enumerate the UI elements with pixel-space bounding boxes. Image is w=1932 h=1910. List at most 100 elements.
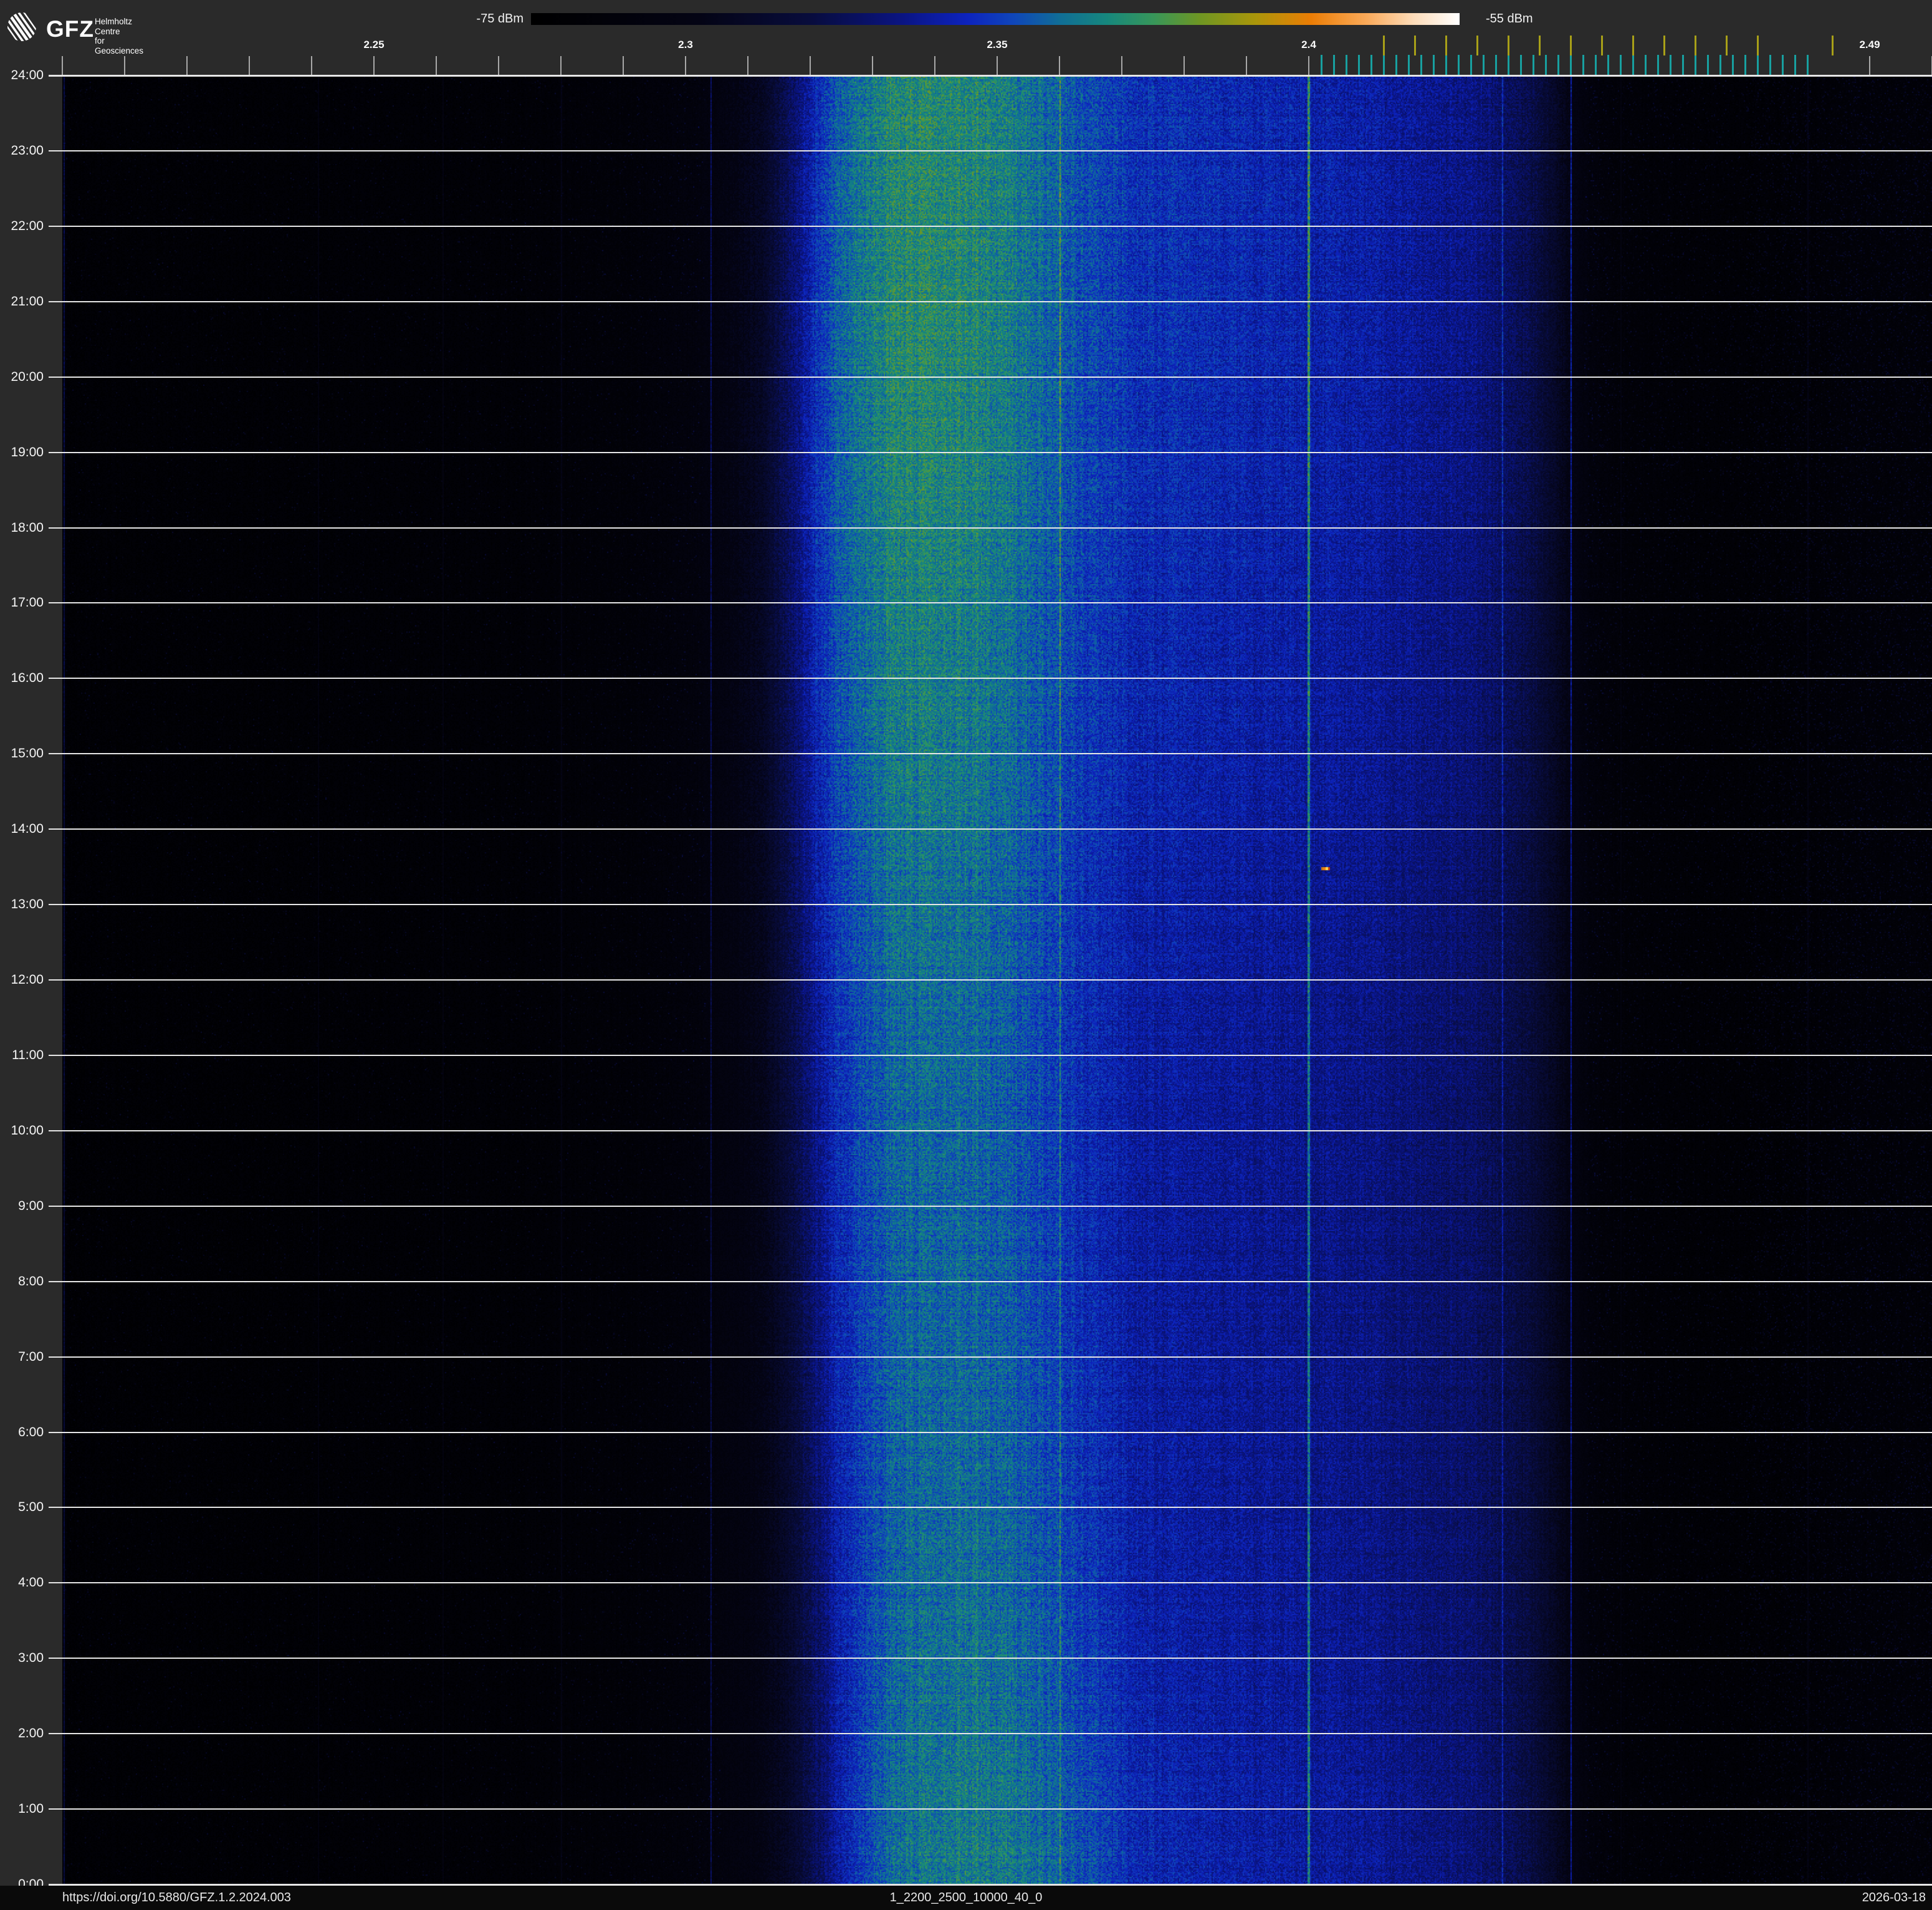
ble-channel-tick <box>1408 55 1410 75</box>
hour-label: 11:00 <box>12 1047 44 1062</box>
hour-label: 3:00 <box>18 1651 44 1666</box>
freq-label: 2.25 <box>363 39 385 50</box>
ble-channel-tick <box>1346 55 1347 75</box>
hour-gridline <box>49 1431 1932 1433</box>
colorbar-min-label: -75 dBm <box>476 12 524 26</box>
colorbar <box>531 13 1460 25</box>
hour-label: 16:00 <box>11 671 44 686</box>
spectrogram-page: GFZ Helmholtz Centre for Geosciences -75… <box>0 0 1932 1910</box>
freq-tick <box>1308 56 1309 75</box>
ble-channel-tick <box>1333 55 1335 75</box>
freq-tick <box>62 56 63 75</box>
hour-label: 15:00 <box>11 746 44 761</box>
ble-channel-tick <box>1370 55 1372 75</box>
hour-gridline <box>49 1054 1932 1056</box>
hour-gridline <box>49 1808 1932 1810</box>
freq-tick <box>997 56 998 75</box>
wifi-channel-tick <box>1383 36 1385 55</box>
hour-label: 24:00 <box>11 68 44 82</box>
ble-channel-tick <box>1595 55 1597 75</box>
freq-tick <box>498 56 499 75</box>
hour-label: 19:00 <box>11 444 44 459</box>
hour-gridline <box>49 527 1932 529</box>
ble-channel-tick <box>1495 55 1497 75</box>
hour-gridline <box>49 376 1932 378</box>
freq-tick <box>1246 56 1247 75</box>
ble-channel-tick <box>1582 55 1584 75</box>
ble-channel-tick <box>1321 55 1322 75</box>
ble-channel-tick <box>1794 55 1796 75</box>
hour-gridline <box>49 602 1932 604</box>
wifi-channel-tick <box>1476 36 1478 55</box>
freq-tick <box>249 56 250 75</box>
ble-channel-tick <box>1358 55 1360 75</box>
wifi-channel-tick <box>1601 36 1603 55</box>
freq-tick <box>1184 56 1185 75</box>
hour-gridline <box>49 1582 1932 1584</box>
ble-channel-tick <box>1670 55 1671 75</box>
gfz-org-name: Helmholtz Centre for Geosciences <box>95 17 143 55</box>
wifi-channel-tick <box>1570 36 1572 55</box>
hour-gridline <box>49 225 1932 227</box>
wifi-channel-tick <box>1414 36 1416 55</box>
ble-channel-tick <box>1395 55 1397 75</box>
freq-tick <box>685 56 686 75</box>
hour-label: 4:00 <box>18 1575 44 1590</box>
freq-label: 2.3 <box>678 39 693 50</box>
wifi-channel-tick <box>1539 36 1541 55</box>
freq-label: 2.4 <box>1301 39 1316 50</box>
gfz-globe-icon <box>7 12 36 41</box>
ble-channel-tick <box>1445 55 1447 75</box>
ble-channel-tick <box>1732 55 1734 75</box>
hour-gridline <box>49 75 1932 77</box>
ble-channel-tick <box>1807 55 1809 75</box>
hour-gridline <box>49 1205 1932 1207</box>
hour-gridline <box>49 979 1932 981</box>
hour-gridline <box>49 1130 1932 1131</box>
ble-channel-tick <box>1744 55 1746 75</box>
ble-channel-tick <box>1707 55 1709 75</box>
ble-channel-tick <box>1520 55 1522 75</box>
footer-bar: https://doi.org/10.5880/GFZ.1.2.2024.003… <box>0 1886 1932 1910</box>
hour-gridline <box>49 678 1932 679</box>
hour-label: 10:00 <box>11 1123 44 1138</box>
ble-channel-tick <box>1508 55 1509 75</box>
ble-channel-tick <box>1695 55 1696 75</box>
ble-channel-tick <box>1383 55 1385 75</box>
hour-label: 23:00 <box>11 143 44 158</box>
ble-channel-tick <box>1545 55 1547 75</box>
hour-label: 13:00 <box>11 897 44 912</box>
hour-label: 1:00 <box>18 1802 44 1816</box>
hour-gridline <box>49 1658 1932 1659</box>
hour-label: 5:00 <box>18 1500 44 1515</box>
colorbar-max-label: -55 dBm <box>1486 12 1533 26</box>
hour-gridline <box>49 1356 1932 1358</box>
freq-tick <box>311 56 312 75</box>
hour-label: 2:00 <box>18 1726 44 1741</box>
freq-tick <box>810 56 811 75</box>
gfz-org-line1: Helmholtz Centre <box>95 17 133 36</box>
ble-channel-tick <box>1620 55 1622 75</box>
wifi-channel-tick <box>1726 36 1728 55</box>
freq-tick <box>560 56 562 75</box>
freq-tick <box>1869 56 1870 75</box>
measurement-id-text: 1_2200_2500_10000_40_0 <box>889 1891 1043 1904</box>
ble-channel-tick <box>1632 55 1634 75</box>
hour-gridline <box>49 150 1932 151</box>
ble-channel-tick <box>1533 55 1534 75</box>
freq-tick <box>872 56 873 75</box>
ble-channel-tick <box>1570 55 1572 75</box>
hour-gridline <box>49 1280 1932 1282</box>
freq-label: 2.35 <box>987 39 1008 50</box>
hour-label: 7:00 <box>18 1349 44 1364</box>
wifi-channel-tick <box>1832 36 1834 55</box>
ble-channel-tick <box>1657 55 1659 75</box>
wifi-channel-tick <box>1663 36 1665 55</box>
freq-tick <box>186 56 188 75</box>
hour-label: 17:00 <box>11 595 44 610</box>
date-text: 2026-03-18 <box>1862 1891 1926 1904</box>
ble-channel-tick <box>1607 55 1609 75</box>
hour-label: 14:00 <box>11 822 44 837</box>
ble-channel-tick <box>1483 55 1485 75</box>
freq-label: 2.49 <box>1859 39 1880 50</box>
